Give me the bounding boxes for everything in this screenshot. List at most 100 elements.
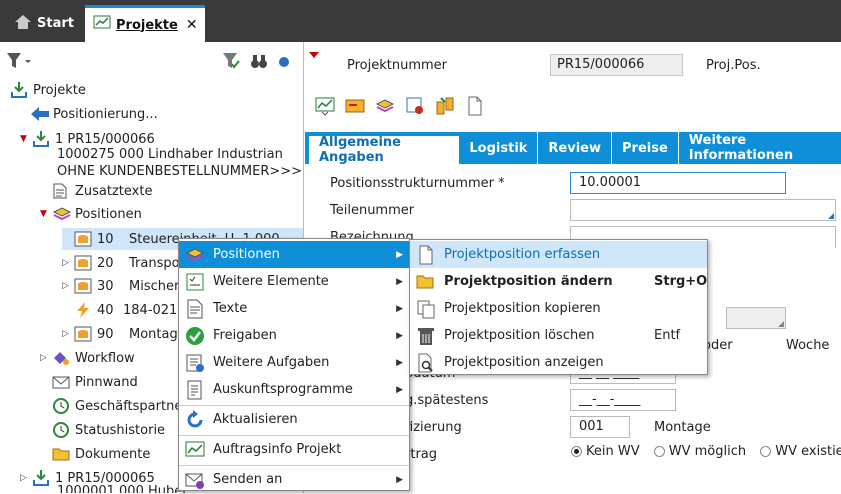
unit-field[interactable]	[726, 307, 786, 329]
posstruktur-input[interactable]: 10.00001	[570, 172, 786, 194]
menu-item-senden-an[interactable]: Senden an ▶	[179, 466, 409, 493]
marker-icon	[309, 52, 319, 58]
chart-icon[interactable]	[315, 96, 335, 116]
transfer-icon[interactable]	[435, 96, 455, 116]
expand-closed-icon[interactable]: ▷	[62, 258, 72, 268]
tree-toolbar	[0, 42, 303, 80]
workflow-icon	[52, 350, 70, 366]
posstruktur-label: Positionsstrukturnummer *	[330, 176, 505, 191]
tree-positionierung-label: Positionierung...	[53, 106, 158, 122]
radio-wv-existiert[interactable]: WV existiert	[760, 444, 841, 459]
menu-item-label: Texte	[213, 301, 248, 316]
menu-item-texte[interactable]: Texte ▶	[179, 295, 409, 322]
new-document-icon	[416, 245, 436, 265]
menu-item-aktualisieren[interactable]: Aktualisieren	[179, 406, 409, 433]
teilenummer-input[interactable]	[570, 199, 836, 221]
menu-item-label: Weitere Elemente	[213, 274, 329, 289]
tree-position-text: Montag	[129, 326, 178, 342]
tree-position-text: 184-0210	[123, 302, 186, 318]
tab-allgemeine-angaben[interactable]: Allgemeine Angaben	[309, 135, 460, 165]
expand-open-icon[interactable]: ▼	[40, 209, 50, 219]
submenu-shortcut: Entf	[654, 328, 681, 343]
tree-zusatztexte[interactable]: Zusatztexte	[52, 180, 152, 202]
tree-position-nr: 30	[97, 278, 114, 294]
fizierung-input[interactable]: 001	[570, 416, 630, 438]
tree-workflow[interactable]: ▷ Workflow	[40, 347, 135, 369]
tree-dokumente-label: Dokumente	[75, 446, 151, 462]
calculation-icon[interactable]	[405, 96, 425, 116]
tree-dokumente[interactable]: Dokumente	[52, 443, 150, 465]
view-document-icon	[416, 353, 436, 373]
card-icon[interactable]	[345, 96, 365, 116]
tree-positionen[interactable]: ▼ Positionen	[40, 203, 142, 225]
menu-item-auskunftsprogramme[interactable]: Auskunftsprogramme ▶	[179, 376, 409, 403]
tab-review[interactable]: Review	[538, 132, 613, 164]
submenu-loeschen[interactable]: Projektposition löschen Entf	[410, 322, 707, 349]
radio-wv-moeglich[interactable]: WV möglich	[653, 444, 746, 459]
menu-item-label: Aktualisieren	[213, 412, 298, 427]
tree-positionierung[interactable]: Positionierung...	[30, 103, 158, 125]
radio-kein-wv[interactable]: Kein WV	[571, 444, 640, 459]
tree-position-90[interactable]: ▷ 90 Montag	[62, 323, 178, 345]
tab-preise[interactable]: Preise	[612, 132, 679, 164]
menu-item-auftragsinfo[interactable]: Auftragsinfo Projekt	[179, 436, 409, 463]
expand-closed-icon[interactable]: ▷	[40, 353, 50, 363]
menu-item-positionen[interactable]: Positionen ▶	[179, 241, 409, 268]
radio-label: WV existiert	[775, 444, 841, 459]
menu-item-freigaben[interactable]: Freigaben ▶	[179, 322, 409, 349]
tree-positionen-label: Positionen	[75, 206, 142, 222]
tab-projekte[interactable]: Projekte ✕	[85, 5, 205, 42]
submenu-shortcut: Strg+O	[654, 274, 708, 289]
tree-position-20[interactable]: ▷ 20 Transpo	[62, 252, 180, 274]
expand-open-icon[interactable]: ▼	[20, 134, 30, 144]
cylinder-icon	[74, 326, 92, 342]
submenu-label: Projektposition ändern	[444, 274, 613, 289]
tree-root[interactable]: Projekte	[10, 79, 86, 101]
close-icon[interactable]: ✕	[186, 17, 198, 33]
tab-bar: Start Projekte ✕	[0, 0, 841, 42]
tree-position-30[interactable]: ▷ 30 Mischer	[62, 275, 179, 297]
tree-zusatztexte-label: Zusatztexte	[75, 183, 153, 199]
submenu-erfassen[interactable]: Projektposition erfassen	[410, 241, 707, 268]
blank-document-icon[interactable]	[465, 96, 485, 116]
tree-pinnwand[interactable]: Pinnwand	[52, 371, 138, 393]
status-dot-icon	[279, 57, 289, 67]
expand-closed-icon[interactable]: ▷	[62, 281, 72, 291]
montage-label: Montage	[654, 420, 711, 435]
tree-geschaeftspartner[interactable]: Geschäftspartne	[52, 395, 182, 417]
copy-icon	[416, 299, 436, 319]
expand-closed-icon[interactable]: ▷	[20, 473, 30, 483]
binoculars-icon[interactable]	[250, 52, 268, 74]
filter-check-icon[interactable]	[222, 52, 240, 74]
projpos-label: Proj.Pos.	[706, 58, 761, 73]
document-text-icon	[52, 183, 70, 199]
menu-item-weitere-aufgaben[interactable]: Weitere Aufgaben ▶	[179, 349, 409, 376]
tab-weitere-informationen[interactable]: Weitere Informationen	[679, 132, 841, 164]
menu-item-label: Positionen	[213, 247, 280, 262]
spaetestens-input[interactable]: __-__-____	[570, 389, 676, 411]
tree-geschaeftspartner-label: Geschäftspartne	[75, 398, 183, 414]
tree-position-text: Transpo	[129, 255, 180, 271]
menu-item-weitere-elemente[interactable]: Weitere Elemente ▶	[179, 268, 409, 295]
tree-statushistorie[interactable]: Statushistorie	[52, 419, 165, 441]
task-list-icon	[185, 353, 205, 373]
positions-stack-icon[interactable]	[375, 96, 395, 116]
submenu-arrow-icon: ▶	[396, 474, 403, 485]
tree-position-40[interactable]: 40 184-0210	[62, 299, 186, 321]
filter-icon[interactable]	[6, 52, 32, 74]
send-mail-icon	[185, 470, 205, 490]
document-text-icon	[185, 299, 205, 319]
tree-workflow-label: Workflow	[75, 350, 135, 366]
fizierung-label: fizierung	[405, 420, 462, 435]
positionen-submenu: Projektposition erfassen Projektposition…	[409, 239, 708, 375]
submenu-anzeigen[interactable]: Projektposition anzeigen	[410, 349, 707, 376]
tree-root-label: Projekte	[33, 82, 86, 98]
download-arrow-icon	[10, 82, 28, 98]
tab-logistik[interactable]: Logistik	[459, 132, 539, 164]
submenu-aendern[interactable]: Projektposition ändern Strg+O	[410, 268, 707, 295]
submenu-kopieren[interactable]: Projektposition kopieren	[410, 295, 707, 322]
open-folder-icon	[416, 272, 436, 292]
cylinder-icon	[74, 255, 92, 271]
tab-start[interactable]: Start	[6, 5, 82, 42]
expand-closed-icon[interactable]: ▷	[62, 329, 72, 339]
